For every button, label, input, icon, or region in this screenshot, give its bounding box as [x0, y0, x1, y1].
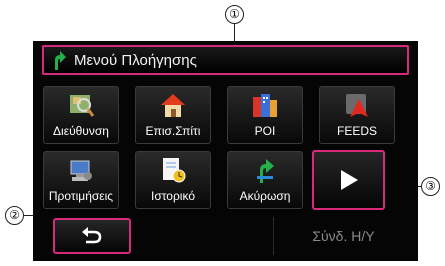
menu-poi-label: POI	[254, 124, 276, 138]
menu-cancel-route-button[interactable]: Ακύρωση	[227, 151, 303, 209]
callout-2: ②	[5, 206, 24, 225]
menu-address-button[interactable]: Διεύθυνση	[43, 86, 119, 144]
next-page-button[interactable]	[312, 150, 385, 210]
menu-history-label: Ιστορικό	[150, 189, 195, 203]
menu-home-label: Επισ.Σπίτι	[145, 124, 201, 138]
title-bar: Μενού Πλοήγησης	[42, 45, 409, 75]
menu-history-button[interactable]: Ιστορικό	[135, 151, 211, 209]
menu-poi-button[interactable]: POI	[227, 86, 303, 144]
play-next-icon	[341, 170, 358, 190]
history-clock-icon	[163, 158, 186, 183]
feeds-icon	[346, 94, 368, 117]
cancel-route-icon	[257, 159, 274, 183]
navigation-menu-screen: Μενού Πλοήγησης Διεύθυνση Επισ.Σπίτι POI…	[33, 41, 418, 261]
pc-sync-button[interactable]: Σύνδ. Η/Υ	[273, 217, 413, 255]
settings-computer-icon	[70, 160, 92, 181]
address-magnifier-icon	[70, 95, 95, 117]
home-icon	[161, 94, 185, 117]
menu-feeds-label: FEEDS	[336, 124, 377, 138]
callout-3: ③	[421, 177, 440, 196]
menu-home-button[interactable]: Επισ.Σπίτι	[135, 86, 211, 144]
menu-feeds-button[interactable]: FEEDS	[319, 86, 395, 144]
poi-icon	[253, 94, 277, 117]
menu-address-label: Διεύθυνση	[53, 124, 109, 138]
menu-preferences-label: Προτιμήσεις	[48, 189, 114, 203]
back-arrow-icon	[82, 227, 102, 244]
back-button[interactable]	[53, 218, 131, 254]
menu-preferences-button[interactable]: Προτιμήσεις	[43, 151, 119, 209]
menu-cancel-route-label: Ακύρωση	[239, 189, 291, 203]
page-title: Μενού Πλοήγησης	[74, 52, 197, 69]
callout-1: ①	[225, 5, 244, 24]
navigation-arrow-icon	[55, 51, 66, 70]
